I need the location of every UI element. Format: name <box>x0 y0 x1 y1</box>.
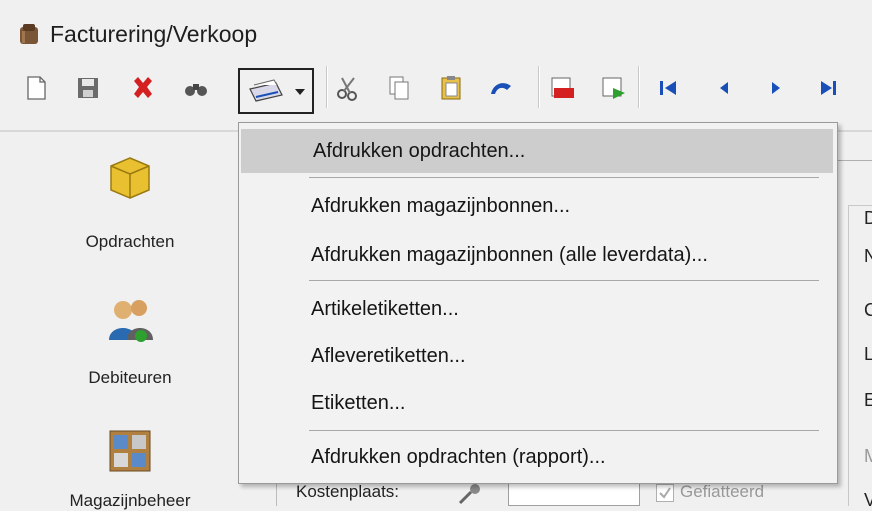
menu-item-afdrukken-opdrachten-rapport[interactable]: Afdrukken opdrachten (rapport)... <box>239 435 837 479</box>
save-button[interactable] <box>74 74 102 102</box>
copy-button[interactable] <box>385 74 413 102</box>
field-label: E <box>864 390 872 410</box>
menu-item-afdrukken-magazijnbonnen[interactable]: Afdrukken magazijnbonnen... <box>239 184 837 228</box>
field-label: L <box>864 344 872 364</box>
binoculars-icon <box>185 84 207 96</box>
next-record-button[interactable] <box>762 74 790 102</box>
field-label: V <box>864 490 872 510</box>
toolbar-separator <box>638 66 640 108</box>
print-dropdown-button[interactable] <box>238 68 314 114</box>
app-box-icon <box>20 24 38 44</box>
copy-icon <box>389 76 409 100</box>
people-icon <box>109 300 153 342</box>
undo-icon <box>491 83 511 94</box>
export-green-button[interactable] <box>599 74 627 102</box>
menu-item-magazijnbonnen-alle-leverdata[interactable]: Afdrukken magazijnbonnen (alle leverdata… <box>239 233 837 277</box>
warehouse-icon <box>109 430 151 472</box>
toolbar-separator <box>326 66 328 108</box>
window-title: Facturering/Verkoop <box>50 21 258 47</box>
cut-button[interactable] <box>334 74 362 102</box>
check-icon <box>659 487 671 499</box>
cut-icon <box>337 77 357 101</box>
paste-button[interactable] <box>437 74 465 102</box>
field-label: M <box>864 446 872 466</box>
menu-separator <box>309 430 819 431</box>
next-icon <box>772 82 780 94</box>
chevron-down-icon <box>295 89 305 95</box>
export-green-icon <box>602 77 625 99</box>
sidebar-item-magazijn[interactable]: Magazijnbeheer <box>30 425 230 510</box>
sidebar-label: Debiteuren <box>88 368 172 387</box>
print-icon <box>249 79 283 102</box>
delete-button[interactable] <box>129 74 157 102</box>
sidebar-label: Opdrachten <box>85 232 175 251</box>
menu-separator <box>309 177 819 178</box>
box-icon <box>110 157 150 199</box>
menu-item-etiketten[interactable]: Etiketten... <box>239 381 837 425</box>
export-red-button[interactable] <box>548 74 576 102</box>
field-label: C <box>864 300 872 320</box>
first-icon <box>660 81 676 95</box>
last-record-button[interactable] <box>814 74 842 102</box>
export-red-icon <box>551 77 574 98</box>
key-icon[interactable] <box>456 482 482 506</box>
kostenplaats-label: Kostenplaats: <box>296 482 400 501</box>
menu-item-afdrukken-opdrachten[interactable]: Afdrukken opdrachten... <box>241 129 833 173</box>
save-icon <box>78 78 98 98</box>
gefiatteerd-checkbox[interactable] <box>656 484 674 502</box>
toolbar-separator <box>538 66 540 108</box>
first-record-button[interactable] <box>655 74 683 102</box>
delete-icon <box>134 77 152 98</box>
paste-icon <box>441 76 461 100</box>
prev-icon <box>720 82 728 94</box>
menu-item-afleveretiketten[interactable]: Afleveretiketten... <box>239 334 837 378</box>
last-icon <box>821 81 836 95</box>
find-button[interactable] <box>182 74 210 102</box>
groupbox-title: D <box>864 208 872 228</box>
new-document-button[interactable] <box>22 74 50 102</box>
field-label: N <box>864 246 872 266</box>
new-icon <box>27 76 46 100</box>
print-dropdown-menu: Afdrukken opdrachten... Afdrukken magazi… <box>238 122 838 484</box>
title-bar: Facturering/Verkoop <box>0 0 872 54</box>
tab-strip-line <box>836 160 872 161</box>
sidebar-item-debiteuren[interactable]: Debiteuren <box>30 292 230 392</box>
sidebar-item-opdrachten[interactable]: Opdrachten <box>30 140 230 255</box>
sidebar-label: Magazijnbeheer <box>69 491 191 510</box>
menu-separator <box>309 280 819 281</box>
previous-record-button[interactable] <box>710 74 738 102</box>
undo-button[interactable] <box>487 74 515 102</box>
menu-item-artikeletiketten[interactable]: Artikeletiketten... <box>239 287 837 331</box>
gefiatteerd-label: Gefiatteerd <box>680 482 765 501</box>
